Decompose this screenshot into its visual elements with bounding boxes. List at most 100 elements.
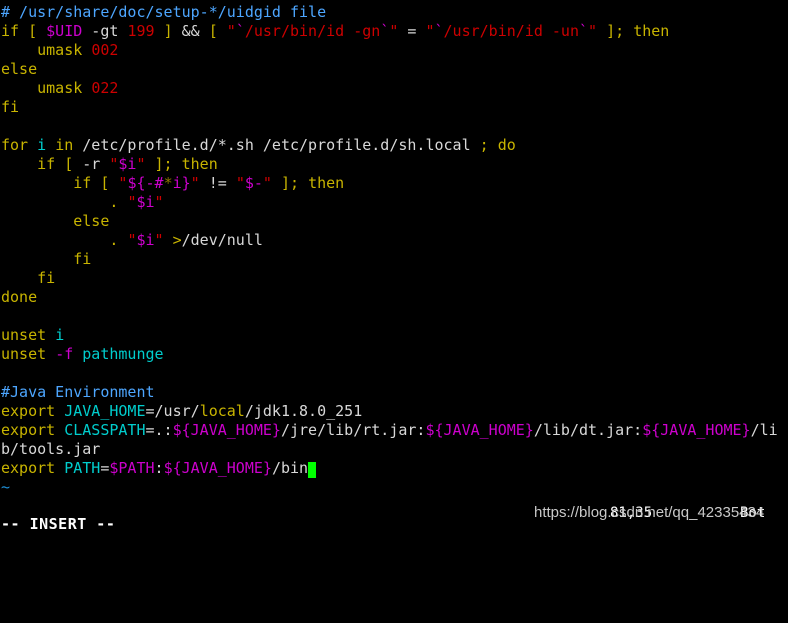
code-span: -f	[55, 345, 74, 363]
code-span: $PATH	[109, 459, 155, 477]
code-span: /bin	[271, 459, 309, 477]
code-span	[37, 22, 46, 40]
code-span: if	[1, 22, 20, 40]
code-line[interactable]: unset -f pathmunge	[0, 345, 788, 364]
code-span: else	[1, 60, 38, 78]
code-span	[1, 250, 73, 268]
code-line[interactable]: if [ "${-#*i}" != "$-" ]; then	[0, 174, 788, 193]
code-span	[55, 155, 64, 173]
code-span: then	[308, 174, 345, 192]
code-line[interactable]: . "$i" >/dev/null	[0, 231, 788, 250]
code-span: [	[28, 22, 38, 40]
code-span: i}	[172, 174, 191, 192]
code-line[interactable]: unset i	[0, 326, 788, 345]
code-span: "	[226, 22, 236, 40]
code-span: "	[235, 174, 245, 192]
code-line[interactable]: umask 022	[0, 79, 788, 98]
code-line[interactable]: b/tools.jar	[0, 440, 788, 459]
code-span: -r	[73, 155, 110, 173]
code-line[interactable]: fi	[0, 269, 788, 288]
code-line[interactable]: for i in /etc/profile.d/*.sh /etc/profil…	[0, 136, 788, 155]
code-line[interactable]: if [ $UID -gt 199 ] && [ "`/usr/bin/id -…	[0, 22, 788, 41]
code-span: /usr/bin/id -un	[443, 22, 579, 40]
code-line[interactable]: done	[0, 288, 788, 307]
code-span: /jre/lib/rt.jar:	[280, 421, 426, 439]
code-span: "	[154, 231, 164, 249]
vim-text-buffer[interactable]: # /usr/share/doc/setup-*/uidgid file if […	[0, 3, 788, 497]
code-span: umask	[37, 79, 83, 97]
code-span: /jdk1.8.0_251	[244, 402, 363, 420]
code-line[interactable]: #Java Environment	[0, 383, 788, 402]
code-span	[55, 459, 64, 477]
code-span: "	[425, 22, 435, 40]
code-line[interactable]: export JAVA_HOME=/usr/local/jdk1.8.0_251	[0, 402, 788, 421]
code-line[interactable]	[0, 307, 788, 326]
code-line[interactable]: export PATH=$PATH:${JAVA_HOME}/bin	[0, 459, 788, 478]
code-span: then	[181, 155, 218, 173]
code-line[interactable]: # /usr/share/doc/setup-*/uidgid file	[0, 3, 788, 22]
code-span: !=	[199, 174, 236, 192]
code-span: $i	[136, 231, 155, 249]
code-span: ${JAVA_HOME}	[642, 421, 751, 439]
code-span: "	[262, 174, 272, 192]
code-span	[597, 22, 606, 40]
code-span: if	[37, 155, 56, 173]
code-span: /lib/dt.jar:	[533, 421, 643, 439]
code-line[interactable]: else	[0, 60, 788, 79]
code-span: "	[136, 155, 146, 173]
code-span	[155, 22, 164, 40]
code-span	[299, 174, 308, 192]
code-span: b/tools.jar	[1, 440, 101, 458]
code-span	[489, 136, 498, 154]
code-span	[173, 155, 182, 173]
code-line[interactable]: umask 002	[0, 41, 788, 60]
code-line[interactable]: if [ -r "$i" ]; then	[0, 155, 788, 174]
code-span: ];	[154, 155, 173, 173]
code-line[interactable]	[0, 117, 788, 136]
code-span: $i	[118, 155, 137, 173]
code-span: ${-#	[127, 174, 164, 192]
code-span	[146, 155, 155, 173]
code-span	[272, 174, 281, 192]
code-span: ${JAVA_HOME}	[163, 459, 272, 477]
code-span	[218, 22, 227, 40]
code-span: $-	[244, 174, 263, 192]
code-span: ];	[606, 22, 625, 40]
code-span	[1, 174, 73, 192]
code-span: export	[1, 402, 56, 420]
code-span: ${JAVA_HOME}	[425, 421, 534, 439]
code-span	[624, 22, 633, 40]
vim-mode-indicator: -- INSERT --	[1, 515, 116, 533]
code-span: =/usr/	[145, 402, 200, 420]
code-span	[55, 402, 64, 420]
code-span	[1, 155, 37, 173]
code-span: if	[73, 174, 92, 192]
code-span: fi	[1, 98, 20, 116]
code-span: =	[398, 22, 426, 40]
code-span: do	[497, 136, 516, 154]
code-line[interactable]: export CLASSPATH=.:${JAVA_HOME}/jre/lib/…	[0, 421, 788, 440]
code-span: &&	[181, 22, 200, 40]
code-span: in	[55, 136, 74, 154]
code-line[interactable]: . "$i"	[0, 193, 788, 212]
code-line[interactable]: fi	[0, 98, 788, 117]
code-span	[28, 136, 37, 154]
code-span: ~	[1, 478, 11, 496]
code-span	[1, 231, 109, 249]
code-line[interactable]: else	[0, 212, 788, 231]
code-span	[46, 326, 55, 344]
code-span	[82, 79, 91, 97]
code-span	[73, 345, 82, 363]
code-span: `	[380, 22, 390, 40]
code-line[interactable]: fi	[0, 250, 788, 269]
code-span: else	[73, 212, 110, 230]
code-span: >	[172, 231, 182, 249]
code-span	[1, 41, 37, 59]
vim-terminal-window[interactable]: # /usr/share/doc/setup-*/uidgid file if […	[0, 0, 788, 535]
code-span: i	[55, 326, 65, 344]
code-line[interactable]: ~	[0, 478, 788, 497]
code-span	[55, 421, 64, 439]
code-line[interactable]	[0, 364, 788, 383]
code-span: ]	[163, 22, 173, 40]
code-span	[164, 231, 173, 249]
